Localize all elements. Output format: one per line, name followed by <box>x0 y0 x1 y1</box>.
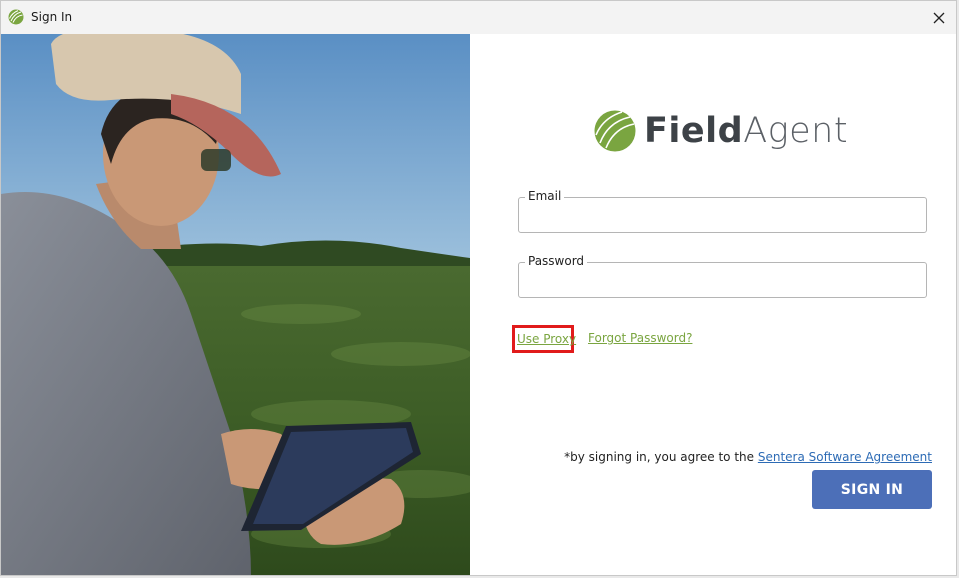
app-logo-icon <box>8 9 24 25</box>
password-field[interactable]: Password <box>518 254 927 298</box>
farmer-with-tablet-image <box>1 34 470 575</box>
password-input[interactable] <box>527 271 921 293</box>
fieldagent-wordmark: FieldAgent <box>644 111 849 151</box>
sign-in-form-panel: FieldAgent Email Password Use Proxy Forg… <box>470 34 956 575</box>
title-bar: Sign In <box>1 1 956 35</box>
window-title: Sign In <box>31 10 73 24</box>
agreement-text: *by signing in, you agree to the Sentera… <box>564 450 932 464</box>
fieldagent-logo: FieldAgent <box>594 110 848 152</box>
use-proxy-link[interactable]: Use Proxy <box>517 332 576 346</box>
forgot-password-link[interactable]: Forgot Password? <box>588 331 692 345</box>
sign-in-window: Sign In FieldAgent Email Password Use Pr… <box>0 0 957 576</box>
email-label: Email <box>525 189 565 203</box>
sign-in-button[interactable]: SIGN IN <box>812 470 932 509</box>
email-field[interactable]: Email <box>518 189 927 233</box>
close-button[interactable] <box>922 1 956 34</box>
password-label: Password <box>525 254 588 268</box>
agreement-prefix: *by signing in, you agree to the <box>564 450 758 464</box>
email-input[interactable] <box>527 206 921 228</box>
hero-photo <box>1 34 470 575</box>
software-agreement-link[interactable]: Sentera Software Agreement <box>758 450 932 464</box>
close-icon <box>933 12 945 23</box>
fieldagent-leaf-icon <box>594 110 636 152</box>
